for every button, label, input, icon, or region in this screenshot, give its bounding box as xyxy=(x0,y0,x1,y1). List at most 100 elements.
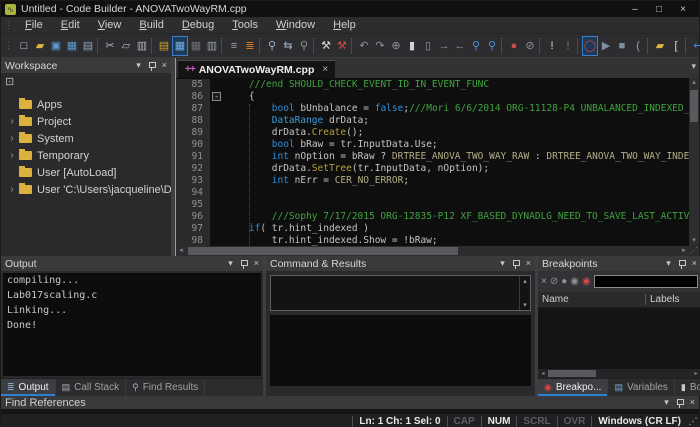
pin-icon[interactable] xyxy=(147,61,156,71)
breakpoint-manager-icon[interactable]: ◉ xyxy=(582,276,591,287)
fold-collapse-icon[interactable]: - xyxy=(212,92,221,101)
zoom-in-icon[interactable]: ⚲ xyxy=(468,36,484,56)
pin-icon[interactable] xyxy=(677,259,686,269)
editor-tab[interactable]: ++ ANOVATwoWayRM.cpp × xyxy=(178,60,335,78)
scroll-up-icon[interactable]: ▴ xyxy=(689,78,699,88)
new-file-icon[interactable]: □ xyxy=(16,36,32,56)
expand-arrow-icon[interactable]: › xyxy=(7,116,17,127)
paste-icon[interactable]: ▥ xyxy=(134,36,150,56)
find-in-files-icon[interactable]: ▰ xyxy=(652,36,668,56)
expand-arrow-icon[interactable]: › xyxy=(7,133,17,144)
menu-item-help[interactable]: Help xyxy=(324,18,365,32)
save-icon[interactable]: ▣ xyxy=(48,36,64,56)
open-file-icon[interactable]: ▰ xyxy=(32,36,48,56)
compile-icon[interactable]: ▦ xyxy=(172,36,188,56)
close-icon[interactable]: × xyxy=(254,259,259,268)
horizontal-scroll-thumb[interactable] xyxy=(548,370,596,377)
cut-icon[interactable]: ✂ xyxy=(102,36,118,56)
enable-all-breakpoints-icon[interactable]: ◉ xyxy=(570,276,579,287)
tab-findresults[interactable]: ⚲Find Results xyxy=(126,379,205,396)
menu-item-edit[interactable]: Edit xyxy=(52,18,89,32)
chevron-down-icon[interactable]: ▾ xyxy=(664,398,669,407)
find-icon[interactable]: ⚲ xyxy=(264,36,280,56)
replace-icon[interactable]: ⇆ xyxy=(280,36,296,56)
find-next-icon[interactable]: ⚲ xyxy=(296,36,312,56)
paren-icon[interactable]: ( xyxy=(630,36,646,56)
close-button[interactable]: × xyxy=(671,4,695,15)
tree-item-project[interactable]: ›Project xyxy=(1,113,171,130)
tree-item-user[interactable]: ›User 'C:\Users\jacqueline\Documen xyxy=(1,181,171,198)
scroll-right-icon[interactable]: ▸ xyxy=(679,246,689,256)
tree-item-apps[interactable]: Apps xyxy=(1,96,171,113)
expand-arrow-icon[interactable]: › xyxy=(7,184,17,195)
tools-icon[interactable]: ⚒ xyxy=(318,36,334,56)
tab-breakpo[interactable]: ◉Breakpo... xyxy=(538,379,608,396)
editor-vertical-scrollbar[interactable]: ▴ ▾ xyxy=(689,78,699,246)
indent-icon[interactable]: ≡ xyxy=(226,36,242,56)
zoom-out-icon[interactable]: ⚲ xyxy=(484,36,500,56)
clear-bookmarks-icon[interactable]: ▯ xyxy=(420,36,436,56)
close-icon[interactable]: × xyxy=(692,259,697,268)
vertical-scroll-thumb[interactable] xyxy=(690,90,698,122)
expand-arrow-icon[interactable]: › xyxy=(7,150,17,161)
chevron-down-icon[interactable]: ▾ xyxy=(136,61,141,70)
back-icon[interactable]: ↩ xyxy=(690,36,700,56)
next-bookmark-icon[interactable]: → xyxy=(436,36,452,56)
tree-item-temporary[interactable]: ›Temporary xyxy=(1,147,171,164)
window-resize-grip-icon[interactable]: ⋰ xyxy=(687,416,699,427)
scroll-up-icon[interactable]: ▴ xyxy=(520,277,530,285)
pin-icon[interactable] xyxy=(675,398,684,408)
tab-overflow-icon[interactable]: ▾ xyxy=(691,61,696,72)
tree-item-system[interactable]: ›System xyxy=(1,130,171,147)
tree-item-user[interactable]: User [AutoLoad] xyxy=(1,164,171,181)
redo-icon[interactable]: ↷ xyxy=(372,36,388,56)
command-input[interactable]: ▴ ▾ xyxy=(270,275,531,311)
tab-output[interactable]: ≣Output xyxy=(1,379,56,396)
menu-item-tools[interactable]: Tools xyxy=(223,18,267,32)
pin-icon[interactable] xyxy=(239,259,248,269)
code-editor[interactable]: 85 ///end SHOULD_CHECK_EVENT_ID_IN_EVENT… xyxy=(176,78,699,256)
scroll-down-icon[interactable]: ▾ xyxy=(520,301,530,309)
tab-variables[interactable]: ▤Variables xyxy=(608,379,674,396)
horizontal-scroll-thumb[interactable] xyxy=(188,247,458,255)
close-icon[interactable]: × xyxy=(526,259,531,268)
stop-all-icon[interactable]: ! xyxy=(560,36,576,56)
chevron-down-icon[interactable]: ▾ xyxy=(500,259,505,268)
save-all-icon[interactable]: ▦ xyxy=(64,36,80,56)
print-icon[interactable]: ▤ xyxy=(80,36,96,56)
goto-icon[interactable]: ⊕ xyxy=(388,36,404,56)
bookmark-icon[interactable]: ▮ xyxy=(404,36,420,56)
stop-build-icon[interactable]: ! xyxy=(544,36,560,56)
chevron-down-icon[interactable]: ▾ xyxy=(666,259,671,268)
scroll-left-icon[interactable]: ◂ xyxy=(176,246,186,256)
menu-item-window[interactable]: Window xyxy=(267,18,324,32)
rebuild-all-icon[interactable]: ▥ xyxy=(204,36,220,56)
command-input-scrollbar[interactable]: ▴ ▾ xyxy=(519,276,530,310)
build-icon[interactable]: ▤ xyxy=(156,36,172,56)
pin-icon[interactable] xyxy=(511,259,520,269)
undo-icon[interactable]: ↶ xyxy=(356,36,372,56)
tab-close-icon[interactable]: × xyxy=(322,64,328,75)
menu-item-build[interactable]: Build xyxy=(130,18,172,32)
format-icon[interactable]: ≣ xyxy=(242,36,258,56)
tab-callstack[interactable]: ▤Call Stack xyxy=(56,379,127,396)
scroll-left-icon[interactable]: ◂ xyxy=(538,369,548,379)
breakpoints-scrollbar[interactable]: ◂ ▸ xyxy=(538,369,700,378)
tab-bookma[interactable]: ▮Bookma... xyxy=(675,379,700,396)
workspace-root-icon[interactable]: ⊡ xyxy=(5,75,14,88)
close-icon[interactable]: × xyxy=(162,61,167,70)
delete-all-breakpoints-icon[interactable]: ● xyxy=(561,276,567,287)
copy-icon[interactable]: ▱ xyxy=(118,36,134,56)
build-exclude-icon[interactable]: ▦ xyxy=(188,36,204,56)
scroll-down-icon[interactable]: ▾ xyxy=(689,236,699,246)
maximize-button[interactable]: □ xyxy=(647,4,671,15)
menu-item-view[interactable]: View xyxy=(89,18,131,32)
toggle-breakpoint-icon[interactable]: ● xyxy=(506,36,522,56)
record-icon[interactable]: ◯ xyxy=(582,36,598,56)
breakpoint-filter-input[interactable] xyxy=(594,275,698,288)
clear-breakpoints-icon[interactable]: ⊘ xyxy=(522,36,538,56)
chevron-down-icon[interactable]: ▾ xyxy=(228,259,233,268)
minimize-button[interactable]: – xyxy=(623,4,647,15)
prev-bookmark-icon[interactable]: ← xyxy=(452,36,468,56)
column-labels[interactable]: Labels xyxy=(645,294,700,305)
